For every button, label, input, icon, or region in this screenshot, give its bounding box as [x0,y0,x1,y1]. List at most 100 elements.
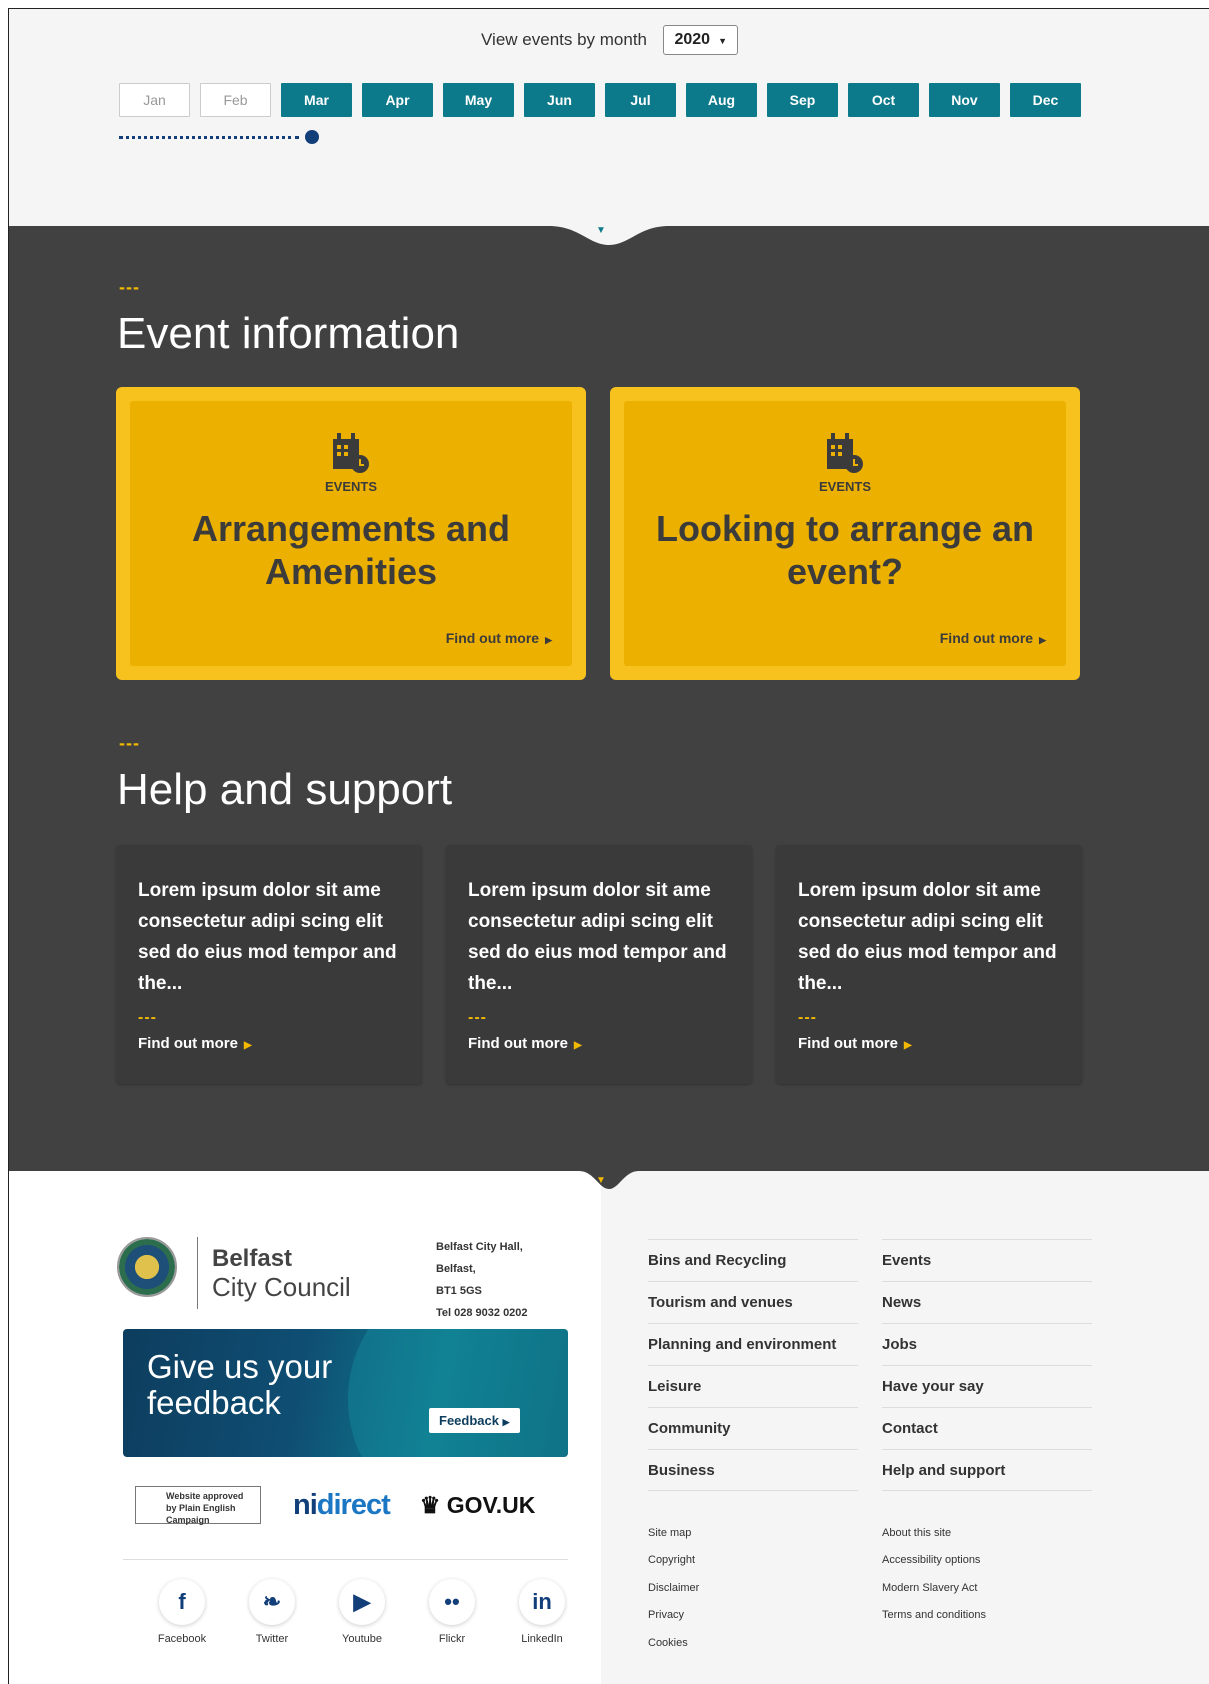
council-address: Belfast City Hall, Belfast, BT1 5GS Tel … [436,1236,528,1324]
help-cards: Lorem ipsum dolor sit ame consectetur ad… [116,845,1106,1084]
footer-link-modern-slavery[interactable]: Modern Slavery Act [882,1574,986,1602]
section-notch [549,207,669,247]
caret-down-icon: ▼ [596,225,606,236]
footer-nav-primary: Bins and Recycling Tourism and venues Pl… [648,1239,858,1491]
month-button-mar[interactable]: Mar [281,83,352,117]
find-out-more-link[interactable]: Find out more ▶ [138,1035,400,1052]
footer-link-have-your-say[interactable]: Have your say [882,1365,1092,1407]
footer-link-help[interactable]: Help and support [882,1449,1092,1491]
link-label: Find out more [798,1035,898,1052]
nidirect-ni: ni [293,1488,318,1521]
footer-link-about[interactable]: About this site [882,1519,986,1547]
find-out-more-link[interactable]: Find out more ▶ [940,630,1046,646]
social-flickr[interactable]: •• Flickr [407,1579,497,1645]
feedback-banner[interactable]: Give us your feedback Feedback ▶ [123,1329,568,1457]
footer-nav-secondary: Events News Jobs Have your say Contact H… [882,1239,1092,1491]
arrow-right-icon: ▶ [502,1417,510,1427]
youtube-icon: ▶ [339,1579,385,1625]
social-label: Facebook [157,1633,207,1645]
month-button-oct[interactable]: Oct [848,83,919,117]
footer-link-planning[interactable]: Planning and environment [648,1323,858,1365]
event-card[interactable]: EVENTS Arrangements and Amenities Find o… [116,387,586,680]
social-twitter[interactable]: ❧ Twitter [227,1579,317,1645]
arrow-right-icon: ▶ [545,635,552,645]
month-button-jan[interactable]: Jan [119,83,190,117]
social-facebook[interactable]: f Facebook [137,1579,227,1645]
footer-link-community[interactable]: Community [648,1407,858,1449]
help-card-text: Lorem ipsum dolor sit ame consectetur ad… [798,880,1057,994]
card-tag: EVENTS [818,479,871,494]
card-accent: --- [468,1009,487,1026]
social-linkedin[interactable]: in LinkedIn [497,1579,587,1645]
footer-link-contact[interactable]: Contact [882,1407,1092,1449]
footer-link-jobs[interactable]: Jobs [882,1323,1092,1365]
month-button-apr[interactable]: Apr [362,83,433,117]
find-out-more-link[interactable]: Find out more ▶ [798,1035,1060,1052]
section-notch [579,1167,639,1189]
flickr-icon: •• [429,1579,475,1625]
logo-text-city-council: City Council [212,1272,351,1302]
calendar-building-icon [333,433,369,473]
card-accent: --- [798,1009,817,1026]
arrow-right-icon: ▶ [244,1040,252,1051]
card-accent: --- [138,1009,157,1026]
footer-link-leisure[interactable]: Leisure [648,1365,858,1407]
feedback-button[interactable]: Feedback ▶ [429,1408,520,1433]
help-card[interactable]: Lorem ipsum dolor sit ame consectetur ad… [776,845,1082,1084]
help-card-text: Lorem ipsum dolor sit ame consectetur ad… [138,880,397,994]
nidirect-logo[interactable]: nidirect [293,1488,391,1522]
footer-link-business[interactable]: Business [648,1449,858,1491]
month-button-aug[interactable]: Aug [686,83,757,117]
month-button-jun[interactable]: Jun [524,83,595,117]
footer-link-accessibility[interactable]: Accessibility options [882,1547,986,1575]
nidirect-direct: direct [316,1488,391,1521]
find-out-more-link[interactable]: Find out more ▶ [468,1035,730,1052]
facebook-icon: f [159,1579,205,1625]
arrow-right-icon: ▶ [574,1040,582,1051]
footer-link-terms[interactable]: Terms and conditions [882,1602,986,1630]
footer-link-copyright[interactable]: Copyright [648,1547,699,1575]
social-youtube[interactable]: ▶ Youtube [317,1579,407,1645]
card-tag: EVENTS [324,479,377,494]
logo-divider [197,1237,198,1309]
card-title: Looking to arrange an event? [655,508,1035,592]
govuk-label: GOV.UK [446,1491,536,1518]
social-label: Youtube [342,1633,382,1645]
footer-link-cookies[interactable]: Cookies [648,1629,699,1657]
year-row: View events by month 2020 ▼ [9,25,1209,55]
footer-link-sitemap[interactable]: Site map [648,1519,699,1547]
govuk-logo[interactable]: ♛ GOV.UK [420,1492,536,1519]
event-card-body: EVENTS Arrangements and Amenities Find o… [130,401,572,666]
social-links: f Facebook ❧ Twitter ▶ Youtube •• Flickr… [137,1579,587,1645]
footer-link-bins[interactable]: Bins and Recycling [648,1239,858,1281]
arrow-right-icon: ▶ [1039,635,1046,645]
month-button-sep[interactable]: Sep [767,83,838,117]
view-by-month-label: View events by month [481,30,648,49]
event-card[interactable]: EVENTS Looking to arrange an event? Find… [610,387,1080,680]
footer-link-tourism[interactable]: Tourism and venues [648,1281,858,1323]
page-frame: View events by month 2020 ▼ Jan Feb Mar A… [8,8,1209,1684]
month-button-may[interactable]: May [443,83,514,117]
month-button-dec[interactable]: Dec [1010,83,1081,117]
help-card[interactable]: Lorem ipsum dolor sit ame consectetur ad… [116,845,422,1084]
year-select[interactable]: 2020 ▼ [663,25,738,55]
footer-legal-links: Site map Copyright Disclaimer Privacy Co… [648,1519,699,1657]
plain-english-badge[interactable]: Website approved by Plain English Campai… [135,1486,261,1525]
month-list: Jan Feb Mar Apr May Jun Jul Aug Sep Oct … [119,83,1091,117]
month-button-feb[interactable]: Feb [200,83,271,117]
footer-link-disclaimer[interactable]: Disclaimer [648,1574,699,1602]
find-out-more-link[interactable]: Find out more ▶ [446,630,552,646]
footer-link-events[interactable]: Events [882,1239,1092,1281]
social-label: LinkedIn [521,1633,563,1645]
month-navigation: View events by month 2020 ▼ Jan Feb Mar A… [9,9,1209,226]
council-crest-logo[interactable] [117,1237,177,1297]
footer-link-privacy[interactable]: Privacy [648,1602,699,1630]
address-line: Belfast City Hall, [436,1241,523,1253]
help-card[interactable]: Lorem ipsum dolor sit ame consectetur ad… [446,845,752,1084]
address-line: Belfast, [436,1263,476,1275]
month-button-nov[interactable]: Nov [929,83,1000,117]
address-phone: Tel 028 9032 0202 [436,1307,528,1319]
month-button-jul[interactable]: Jul [605,83,676,117]
help-and-support-title: Help and support [117,765,453,814]
footer-link-news[interactable]: News [882,1281,1092,1323]
